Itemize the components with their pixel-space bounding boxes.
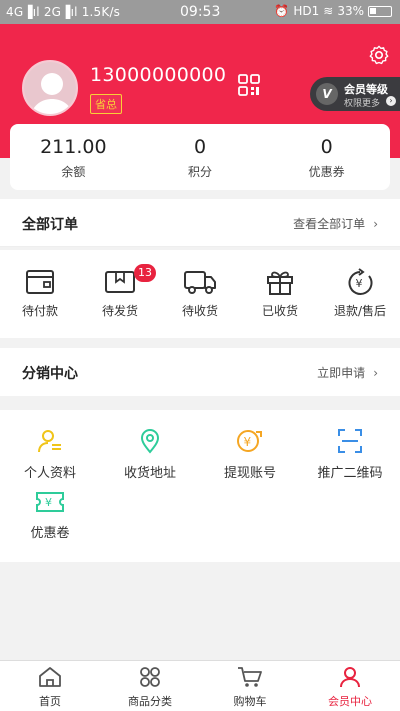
order-pending-payment[interactable]: 待付款 — [0, 250, 80, 338]
svg-text:¥: ¥ — [356, 277, 363, 290]
apply-now-link[interactable]: 立即申请 › — [317, 364, 378, 381]
order-pending-shipment[interactable]: 13 待发货 — [80, 250, 160, 338]
category-icon — [140, 667, 160, 687]
order-label: 已收货 — [261, 304, 298, 318]
tool-profile[interactable]: 个人资料 — [0, 428, 100, 481]
tab-label: 首页 — [39, 695, 61, 708]
chevron-right-icon: › — [373, 366, 378, 380]
order-label: 待发货 — [101, 304, 138, 318]
balance-label: 余额 — [61, 165, 86, 179]
stat-points[interactable]: 0 积分 — [137, 124, 264, 190]
view-all-orders-label: 查看全部订单 — [293, 217, 366, 231]
clock: 09:53 — [180, 4, 221, 20]
order-label: 退款/售后 — [333, 304, 387, 318]
member-icon — [340, 667, 360, 688]
bottom-tab-bar: 首页 商品分类 购物车 会员中心 — [0, 660, 400, 711]
svg-text:¥: ¥ — [45, 496, 52, 509]
rank-badge: 省总 — [90, 94, 122, 114]
wallet-icon — [26, 270, 54, 294]
orders-title: 全部订单 — [22, 217, 78, 233]
cart-icon — [238, 667, 262, 687]
home-icon — [39, 667, 61, 687]
user-profile-icon — [38, 430, 61, 453]
order-label: 待收货 — [181, 304, 218, 318]
stat-coupons[interactable]: 0 优惠券 — [263, 124, 390, 190]
tool-label: 收货地址 — [123, 466, 176, 481]
location-pin-icon — [140, 429, 160, 454]
withdraw-icon: ¥ — [237, 430, 262, 452]
svg-text:¥: ¥ — [244, 435, 252, 449]
tab-label: 会员中心 — [328, 695, 372, 708]
tools-grid: 个人资料 收货地址 ¥ 提现账号 推广二维码 ¥ 优惠卷 — [0, 410, 400, 562]
alarm-icon: ⏰ — [274, 4, 290, 18]
order-pending-receipt[interactable]: 待收货 — [160, 250, 240, 338]
order-received[interactable]: 已收货 — [240, 250, 320, 338]
tool-withdraw[interactable]: ¥ 提现账号 — [200, 428, 300, 481]
orders-section-header[interactable]: 全部订单 查看全部订单 › — [0, 199, 400, 247]
tab-cart[interactable]: 购物车 — [200, 661, 300, 711]
chevron-right-icon: › — [386, 96, 396, 106]
tool-label: 推广二维码 — [317, 466, 383, 481]
points-label: 积分 — [188, 165, 213, 179]
tab-label: 购物车 — [233, 695, 267, 708]
stat-balance[interactable]: 211.00 余额 — [10, 124, 137, 190]
tool-label: 优惠卷 — [30, 526, 70, 541]
status-right: ⏰ HD1 ≋ 33% — [274, 4, 392, 18]
distribution-section[interactable]: 分销中心 立即申请 › — [0, 348, 400, 396]
order-count-badge: 13 — [134, 264, 156, 282]
points-value: 0 — [193, 136, 207, 158]
vip-subtitle: 权限更多 — [344, 99, 381, 109]
wifi-icon: ≋ — [323, 4, 334, 18]
vip-icon: V — [316, 83, 338, 105]
package-icon — [105, 271, 135, 293]
coupons-label: 优惠券 — [308, 165, 345, 179]
tab-categories[interactable]: 商品分类 — [100, 661, 200, 711]
battery-icon — [368, 5, 392, 17]
scan-qr-icon — [338, 429, 362, 453]
tool-label: 个人资料 — [23, 466, 76, 481]
vip-title: 会员等级 — [344, 83, 388, 96]
gift-icon — [267, 271, 293, 295]
tab-label: 商品分类 — [128, 695, 172, 708]
network-status: 4G▐ıl 2G▐ıl 1.5K/s — [6, 5, 121, 19]
user-phone: 13000000000 — [90, 64, 227, 86]
coupons-value: 0 — [320, 136, 333, 158]
default-avatar-icon — [24, 62, 76, 114]
balance-value: 211.00 — [40, 136, 107, 158]
refund-icon: ¥ — [348, 268, 373, 295]
vip-level-button[interactable]: V 会员等级 权限更多 › — [310, 77, 400, 111]
distribution-title: 分销中心 — [22, 366, 78, 382]
qr-code-icon[interactable] — [238, 74, 260, 96]
truck-icon — [184, 271, 216, 294]
tool-address[interactable]: 收货地址 — [100, 428, 200, 481]
view-all-orders-link[interactable]: 查看全部订单 › — [293, 215, 378, 232]
tab-member-center[interactable]: 会员中心 — [300, 661, 400, 711]
tool-promo-qr[interactable]: 推广二维码 — [300, 428, 400, 481]
order-status-row: 待付款 13 待发货 待收货 已收货 ¥ 退款/售后 — [0, 250, 400, 338]
account-stats-card: 211.00 余额 0 积分 0 优惠券 — [10, 124, 390, 190]
coupon-icon: ¥ — [36, 492, 64, 512]
order-refund[interactable]: ¥ 退款/售后 — [320, 250, 400, 338]
tab-home[interactable]: 首页 — [0, 661, 100, 711]
tool-coupon[interactable]: ¥ 优惠卷 — [0, 490, 100, 541]
apply-now-label: 立即申请 — [317, 366, 366, 380]
hd-indicator: HD1 — [293, 4, 320, 18]
chevron-right-icon: › — [373, 217, 378, 231]
settings-gear-icon[interactable] — [368, 44, 390, 66]
avatar[interactable] — [22, 60, 78, 116]
status-bar: 4G▐ıl 2G▐ıl 1.5K/s 09:53 ⏰ HD1 ≋ 33% — [0, 0, 400, 24]
tool-label: 提现账号 — [223, 466, 276, 481]
order-label: 待付款 — [21, 304, 58, 318]
battery-percent: 33% — [337, 4, 364, 18]
